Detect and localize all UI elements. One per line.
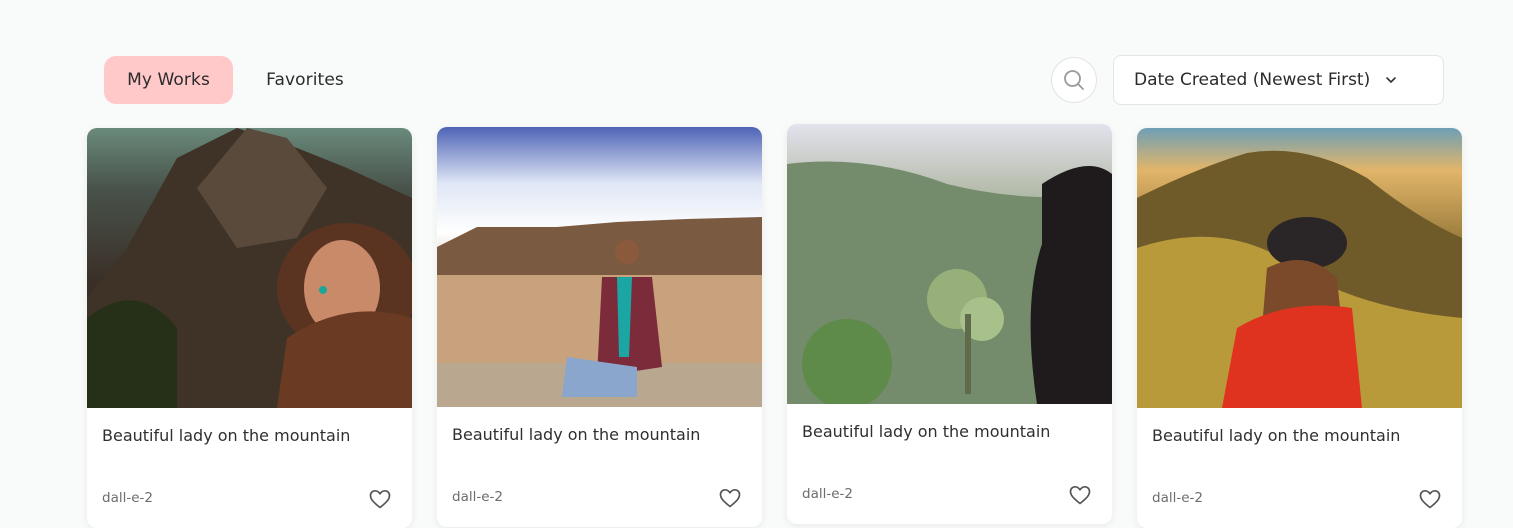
image-card[interactable]: Beautiful lady on the mountain dall-e-2: [1137, 128, 1462, 528]
card-model: dall-e-2: [452, 489, 503, 505]
card-image[interactable]: [1137, 128, 1462, 408]
card-title: Beautiful lady on the mountain: [802, 422, 1051, 441]
card-model: dall-e-2: [102, 490, 153, 506]
card-model: dall-e-2: [1152, 490, 1203, 506]
heart-icon[interactable]: [368, 487, 392, 511]
heart-icon[interactable]: [718, 486, 742, 510]
card-image[interactable]: [437, 127, 762, 407]
tab-my-works[interactable]: My Works: [104, 56, 233, 104]
sort-dropdown[interactable]: Date Created (Newest First): [1113, 55, 1444, 105]
heart-icon[interactable]: [1418, 487, 1442, 511]
card-image[interactable]: [787, 124, 1112, 404]
tab-favorites[interactable]: Favorites: [249, 56, 361, 104]
chevron-down-icon: [1386, 77, 1397, 83]
sort-label: Date Created (Newest First): [1134, 70, 1371, 90]
card-model: dall-e-2: [802, 486, 853, 502]
search-icon: [1064, 70, 1084, 90]
card-title: Beautiful lady on the mountain: [1152, 426, 1401, 445]
card-image[interactable]: [87, 128, 412, 408]
image-card[interactable]: Beautiful lady on the mountain dall-e-2: [437, 127, 762, 527]
search-button[interactable]: [1051, 57, 1097, 103]
heart-icon[interactable]: [1068, 483, 1092, 507]
card-title: Beautiful lady on the mountain: [102, 426, 351, 445]
image-card[interactable]: Beautiful lady on the mountain dall-e-2: [87, 128, 412, 528]
card-title: Beautiful lady on the mountain: [452, 425, 701, 444]
image-card[interactable]: Beautiful lady on the mountain dall-e-2: [787, 124, 1112, 524]
